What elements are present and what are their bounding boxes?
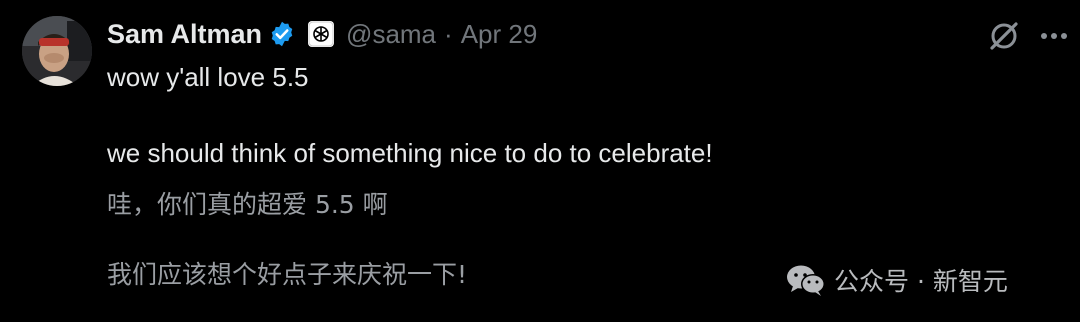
more-options-button[interactable] [1036,20,1072,52]
tweet-text-line-1: wow y'all love 5.5 [107,62,309,92]
tweet-header: Sam Altman @sama · Apr 29 [107,16,537,52]
more-options-icon [1041,33,1067,39]
avatar-photo [22,16,92,86]
translation-line-2: 我们应该想个好点子来庆祝一下! [107,260,468,289]
tweet-date[interactable]: Apr 29 [461,19,538,50]
wechat-icon [787,265,825,296]
author-name[interactable]: Sam Altman [107,19,262,50]
openai-logo-icon[interactable] [308,21,335,47]
author-handle[interactable]: @sama [346,19,436,50]
watermark-text: 公众号 · 新智元 [834,267,1008,296]
header-separator: · [444,18,453,49]
tweet-text-line-2: we should think of something nice to do … [107,138,713,168]
translation-line-1: 哇，你们真的超爱 5.5 啊 [107,190,388,219]
grok-icon [990,22,1018,50]
watermark: 公众号 · 新智元 [784,260,1008,300]
grok-button[interactable] [986,18,1022,54]
verified-badge-icon [268,20,296,48]
author-avatar[interactable] [22,16,92,86]
